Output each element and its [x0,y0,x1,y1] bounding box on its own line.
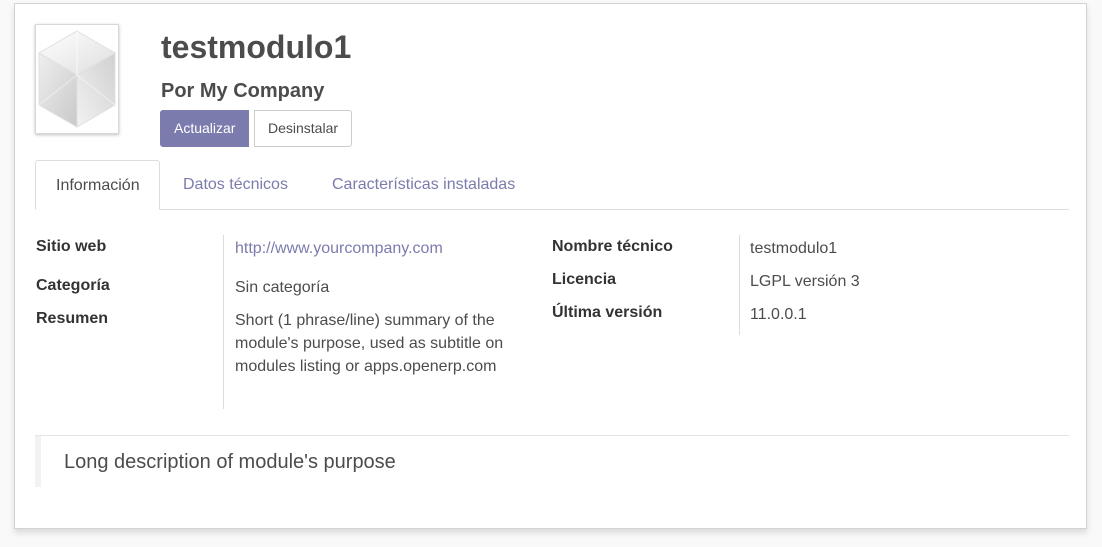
category-label: Categoría [36,277,110,294]
summary-label: Resumen [36,310,109,327]
module-form-sheet: testmodulo1 Por My Company Actualizar De… [14,3,1087,529]
module-title: testmodulo1 [161,29,352,65]
module-author: Por My Company [161,80,325,102]
latest-version-label: Última versión [552,304,663,321]
tab-installed-features[interactable]: Características instaladas [312,160,535,210]
upgrade-button[interactable]: Actualizar [160,110,250,147]
left-group-separator [223,235,224,409]
technical-name-value: testmodulo1 [750,240,838,257]
latest-version-value: 11.0.0.1 [750,306,807,323]
license-label: Licencia [552,271,617,288]
right-group-separator [739,235,740,335]
license-value: LGPL versión 3 [750,273,860,290]
description-bar [35,436,41,487]
category-value: Sin categoría [235,279,330,296]
description-text: Long description of module's purpose [64,451,396,473]
technical-name-label: Nombre técnico [552,238,673,255]
tab-information[interactable]: Información [35,160,160,210]
summary-value: Short (1 phrase/line) summary of the mod… [235,312,504,375]
description-section: Long description of module's purpose [35,435,1069,487]
website-label: Sitio web [36,238,107,255]
tab-technical-data[interactable]: Datos técnicos [163,160,308,210]
website-link[interactable]: http://www.yourcompany.com [235,237,443,260]
uninstall-button[interactable]: Desinstalar [254,110,353,147]
module-cube-icon [35,24,119,134]
notebook-tabs: Información Datos técnicos Característic… [35,160,1069,210]
